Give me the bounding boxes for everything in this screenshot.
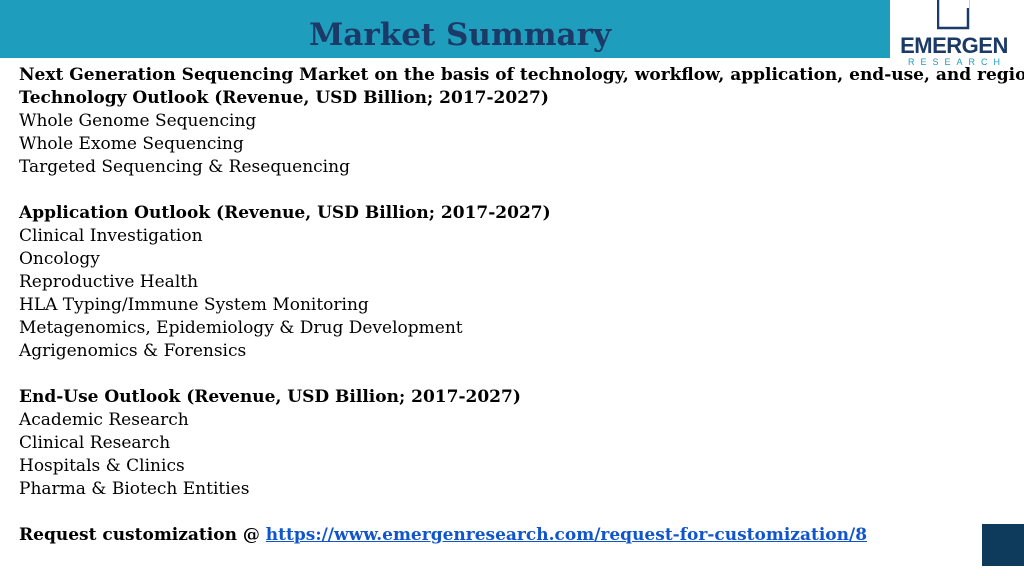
end-use-section: End-Use Outlook (Revenue, USD Billion; 2… (19, 386, 999, 501)
list-item: Whole Genome Sequencing (19, 111, 257, 131)
page-title: Market Summary (308, 17, 611, 53)
logo-mark-icon (937, 0, 970, 30)
list-item: HLA Typing/Immune System Monitoring (19, 295, 369, 315)
intro-text: Next Generation Sequencing Market on the… (19, 65, 1024, 85)
logo-wordmark: EMERGEN (900, 33, 1008, 58)
corner-decoration (982, 524, 1024, 566)
list-item: Whole Exome Sequencing (19, 134, 244, 154)
application-heading: Application Outlook (Revenue, USD Billio… (19, 203, 551, 223)
list-item: Academic Research (19, 410, 189, 430)
list-item: Agrigenomics & Forensics (19, 341, 247, 361)
list-item: Metagenomics, Epidemiology & Drug Develo… (19, 318, 463, 338)
application-section: Application Outlook (Revenue, USD Billio… (19, 202, 999, 363)
list-item: Clinical Research (19, 433, 171, 453)
list-item: Pharma & Biotech Entities (19, 479, 250, 499)
list-item: Hospitals & Clinics (19, 456, 185, 476)
list-item: Targeted Sequencing & Resequencing (19, 157, 350, 177)
technology-heading: Technology Outlook (Revenue, USD Billion… (19, 88, 549, 108)
request-customization-line: Request customization @ https://www.emer… (19, 524, 999, 547)
list-item: Clinical Investigation (19, 226, 203, 246)
list-item: Oncology (19, 249, 100, 269)
request-label: Request customization @ (19, 525, 266, 545)
request-customization-link[interactable]: https://www.emergenresearch.com/request-… (266, 525, 867, 545)
market-summary-content: Next Generation Sequencing Market on the… (19, 64, 1024, 547)
list-item: Reproductive Health (19, 272, 199, 292)
technology-section: Technology Outlook (Revenue, USD Billion… (19, 87, 999, 179)
end-use-heading: End-Use Outlook (Revenue, USD Billion; 2… (19, 387, 521, 407)
